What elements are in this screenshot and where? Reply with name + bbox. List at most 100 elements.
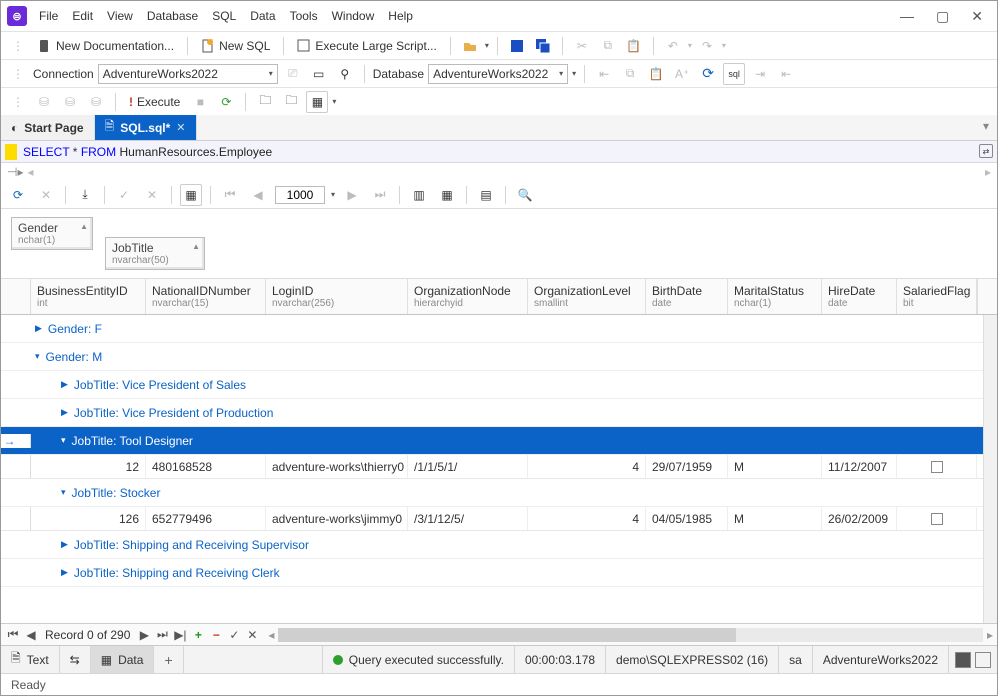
nav-prev-icon[interactable]: ◀ [23,628,39,642]
connect-icon[interactable]: ⚲ [334,63,356,85]
maximize-icon[interactable]: ▢ [936,8,949,25]
group-row-job-1[interactable]: ▶JobTitle: Vice President of Production [1,399,983,427]
group-row-gender-f[interactable]: ▶Gender: F [1,315,983,343]
cut-icon[interactable]: ✂ [571,35,593,57]
indent-left-icon[interactable]: ⇤ [593,63,615,85]
nav-remove-icon[interactable]: − [208,628,224,642]
copy-icon[interactable]: ⧉ [597,35,619,57]
database-combo[interactable]: AdventureWorks2022▾ [428,64,568,84]
group-row-job-3[interactable]: ▾JobTitle: Stocker [1,479,983,507]
undo-icon[interactable]: ↶ [662,35,684,57]
grid-view-icon[interactable]: ▦ [180,184,202,206]
menu-sql[interactable]: SQL [212,9,236,23]
table-row[interactable]: 12 480168528 adventure-works\thierry0 /1… [1,455,983,479]
save-icon[interactable] [506,35,528,57]
copy2-icon[interactable]: ⧉ [619,63,641,85]
font-icon[interactable]: A⁺ [671,63,693,85]
folder-sql-icon[interactable]: 🗀 [280,91,302,113]
connection-combo[interactable]: AdventureWorks2022▾ [98,64,278,84]
tab-data[interactable]: ▦Data [91,646,155,673]
tab-add[interactable]: + [154,646,183,673]
last-page-icon[interactable]: ⏭ [369,184,391,206]
cylinder2-icon[interactable]: ⛁ [59,91,81,113]
open-icon[interactable] [459,35,481,57]
db-icon[interactable]: ⎚ [282,63,304,85]
new-documentation-button[interactable]: New Documentation... [33,36,179,56]
menu-file[interactable]: File [39,9,58,23]
close-tab-icon[interactable]: ✕ [176,121,185,134]
column-header[interactable]: NationalIDNumbernvarchar(15) [146,279,266,314]
next-page-icon[interactable]: ▶ [341,184,363,206]
column-header[interactable]: MaritalStatusnchar(1) [728,279,822,314]
group-chip-gender[interactable]: Gender nchar(1) ▲ [11,217,93,250]
tab-swap[interactable]: ⇆ [60,646,91,673]
hscroll-left-icon[interactable]: ◂ [264,628,278,642]
grid-body[interactable]: ▶Gender: F ▾Gender: M ▶JobTitle: Vice Pr… [1,315,983,623]
group-row-job-0[interactable]: ▶JobTitle: Vice President of Sales [1,371,983,399]
nav-next-icon[interactable]: ▶ [136,628,152,642]
overwrite-toggle-icon[interactable]: ⇄ [979,144,993,158]
menu-data[interactable]: Data [250,9,275,23]
tab-text[interactable]: 🗎Text [1,646,60,673]
nav-append-icon[interactable]: ▶| [172,628,188,642]
nav-cancel-icon[interactable]: ✕ [244,628,260,642]
cylinder-icon[interactable]: ⛁ [33,91,55,113]
first-page-icon[interactable]: ⏮ [219,184,241,206]
column-header[interactable]: LoginIDnvarchar(256) [266,279,408,314]
menu-tools[interactable]: Tools [290,9,318,23]
group-panel[interactable]: Gender nchar(1) ▲ JobTitle nvarchar(50) … [1,209,997,279]
db-object-icon[interactable]: ▭ [308,63,330,85]
column-header[interactable]: BirthDatedate [646,279,728,314]
column-header[interactable]: BusinessEntityIDint [31,279,146,314]
refresh-exec-icon[interactable]: ⟳ [215,91,237,113]
table-row[interactable]: 126 652779496 adventure-works\jimmy0 /3/… [1,507,983,531]
layout-mode-1-icon[interactable] [955,652,971,668]
prev-page-icon[interactable]: ◀ [247,184,269,206]
layout1-icon[interactable]: ▥ [408,184,430,206]
page-size-input[interactable] [275,186,325,204]
menu-help[interactable]: Help [388,9,413,23]
menu-edit[interactable]: Edit [72,9,93,23]
horizontal-scrollbar[interactable] [278,628,983,642]
new-sql-button[interactable]: New SQL [196,36,275,56]
column-header[interactable]: SalariedFlagbit [897,279,977,314]
execute-large-script-button[interactable]: Execute Large Script... [292,36,441,56]
group-row-gender-m[interactable]: ▾Gender: M [1,343,983,371]
tab-start-page[interactable]: ◐ Start Page [1,115,95,140]
cylinder3-icon[interactable]: ⛁ [85,91,107,113]
redo-icon[interactable]: ↷ [696,35,718,57]
tab-sql[interactable]: 🗎 SQL.sql* ✕ [95,115,197,140]
execute-button[interactable]: ! Execute [124,92,185,112]
splitter-bar[interactable]: ⊣▸◂ ▸ [1,163,997,181]
minimize-icon[interactable]: — [900,8,914,25]
save-all-icon[interactable] [532,35,554,57]
reject-icon[interactable]: ✕ [141,184,163,206]
paste-icon[interactable]: 📋 [623,35,645,57]
search-grid-icon[interactable]: 🔍 [514,184,536,206]
column-header[interactable]: OrganizationLevelsmallint [528,279,646,314]
nav-add-icon[interactable]: + [190,628,206,642]
layout3-icon[interactable]: ▤ [475,184,497,206]
hscroll-right-icon[interactable]: ▸ [983,628,997,642]
column-header[interactable]: HireDatedate [822,279,897,314]
nav-last-icon[interactable]: ⏭ [154,627,170,642]
tab-menu-icon[interactable]: ▾ [975,115,997,140]
refresh-grid-icon[interactable]: ⟳ [7,184,29,206]
menu-view[interactable]: View [107,9,133,23]
outdent-icon[interactable]: ⇤ [775,63,797,85]
export-icon[interactable]: ⤓ [74,184,96,206]
refresh-icon[interactable]: ⟳ [697,63,719,85]
menu-window[interactable]: Window [332,9,375,23]
sql-editor[interactable]: SELECT * FROM HumanResources.Employee ⇄ [1,141,997,163]
menu-database[interactable]: Database [147,9,198,23]
vertical-scrollbar[interactable] [983,315,997,623]
cancel-grid-icon[interactable]: ✕ [35,184,57,206]
column-header[interactable]: OrganizationNodehierarchyid [408,279,528,314]
layout2-icon[interactable]: ▦ [436,184,458,206]
nav-first-icon[interactable]: ⏮ [5,627,21,642]
indent-icon[interactable]: ⇥ [749,63,771,85]
folder-icon[interactable]: 🗀 [254,91,276,113]
nav-commit-icon[interactable]: ✓ [226,628,242,642]
salaried-checkbox[interactable] [931,461,943,473]
close-window-icon[interactable]: ✕ [971,8,983,25]
